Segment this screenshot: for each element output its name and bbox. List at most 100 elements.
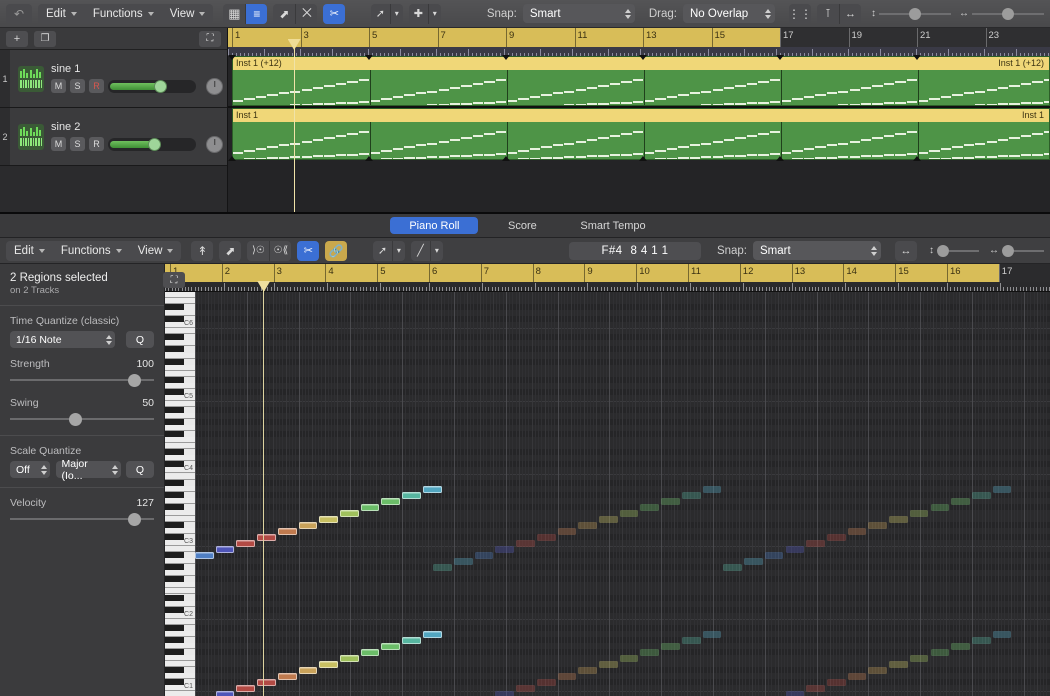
menu-view[interactable]: View [162, 4, 214, 24]
volume-thumb[interactable] [154, 80, 167, 93]
midi-note[interactable] [889, 661, 908, 668]
tab-piano-roll[interactable]: Piano Roll [390, 217, 478, 234]
midi-note[interactable] [257, 679, 276, 686]
midi-note[interactable] [786, 546, 805, 553]
pointer-icon[interactable]: ➚ [373, 241, 392, 261]
midi-note[interactable] [806, 540, 825, 547]
midi-note[interactable] [216, 691, 235, 696]
automation-icon[interactable]: ⬈ [273, 4, 295, 24]
midi-note[interactable] [620, 655, 639, 662]
duplicate-track-icon[interactable]: ❐ [34, 31, 56, 47]
midi-note[interactable] [537, 534, 556, 541]
strength-slider[interactable] [10, 373, 154, 387]
midi-note[interactable] [361, 649, 380, 656]
piano-key-white[interactable] [165, 691, 195, 696]
pan-knob[interactable] [206, 78, 223, 95]
midi-note[interactable] [868, 667, 887, 674]
velocity-value[interactable]: 127 [136, 497, 154, 509]
midi-note[interactable] [236, 685, 255, 692]
tab-score[interactable]: Score [478, 217, 566, 234]
track-name[interactable]: sine 2 [51, 121, 227, 133]
scale-root-popup[interactable]: Off [10, 461, 50, 478]
chevron-down-icon[interactable]: ▾ [392, 241, 405, 261]
slider-thumb[interactable] [128, 513, 141, 526]
quantize-apply-button[interactable]: Q [126, 331, 154, 348]
midi-note[interactable] [972, 637, 991, 644]
midi-note[interactable] [578, 522, 597, 529]
inspector-toggle-icon[interactable]: ⛶ [163, 272, 185, 288]
midi-note[interactable] [381, 498, 400, 505]
slider-thumb[interactable] [1002, 245, 1014, 257]
arrange-area[interactable]: 1357911131517192123 Inst 1 (+12)Inst 1 (… [228, 28, 1050, 212]
pan-knob[interactable] [206, 136, 223, 153]
midi-note[interactable] [661, 498, 680, 505]
midi-note[interactable] [299, 667, 318, 674]
midi-note[interactable] [495, 546, 514, 553]
midi-note[interactable] [682, 637, 701, 644]
midi-note[interactable] [340, 655, 359, 662]
midi-note[interactable] [381, 643, 400, 650]
piano-roll-ruler[interactable]: 1234567891011121314151617 [165, 264, 1050, 282]
midi-note[interactable] [516, 540, 535, 547]
midi-note[interactable] [848, 528, 867, 535]
swing-value[interactable]: 50 [142, 397, 154, 409]
mute-button[interactable]: M [51, 79, 66, 93]
position-display[interactable]: F#4 8 4 1 1 [569, 242, 701, 260]
slider-thumb[interactable] [909, 8, 921, 20]
piano-keyboard[interactable]: C6C5C4C3C2C1 [165, 292, 195, 696]
arrange-track-lane[interactable]: Inst 1 (+12)Inst 1 (+12) [228, 56, 1050, 108]
midi-note[interactable] [682, 492, 701, 499]
slider-thumb[interactable] [937, 245, 949, 257]
pr-horizontal-zoom-slider[interactable]: ↔ [989, 245, 1044, 257]
pr-menu-functions[interactable]: Functions [53, 241, 130, 261]
arrange-track-lane[interactable]: Inst 1Inst 1 [228, 108, 1050, 160]
midi-note[interactable] [433, 564, 452, 571]
midi-note[interactable] [620, 510, 639, 517]
midi-note[interactable] [278, 528, 297, 535]
horizontal-fit-icon[interactable]: ↔ [839, 4, 861, 24]
flex-icon[interactable]: ⨉ [295, 4, 317, 24]
midi-note[interactable] [195, 552, 214, 559]
horizontal-zoom-slider[interactable]: ↔ [959, 8, 1044, 20]
tab-smart-tempo[interactable]: Smart Tempo [566, 217, 659, 234]
chevron-down-icon[interactable]: ▾ [428, 4, 441, 24]
midi-region[interactable]: Inst 1 (+12)Inst 1 (+12) [232, 56, 1050, 106]
midi-note[interactable] [640, 649, 659, 656]
pointer-icon[interactable]: ➚ [371, 4, 390, 24]
vertical-fit-icon[interactable]: ⊺ [817, 4, 839, 24]
chevron-down-icon[interactable]: ▾ [390, 4, 403, 24]
midi-note[interactable] [931, 649, 950, 656]
pencil-icon[interactable]: ╱ [411, 241, 430, 261]
vertical-zoom-slider[interactable]: ↕ [871, 8, 951, 20]
scissors-icon[interactable]: ✂ [297, 241, 319, 261]
link-icon[interactable]: 🔗 [325, 241, 347, 261]
midi-note[interactable] [257, 534, 276, 541]
midi-note[interactable] [537, 679, 556, 686]
pr-snap-popup[interactable]: Smart [753, 241, 881, 260]
midi-note[interactable] [558, 673, 577, 680]
midi-note[interactable] [299, 522, 318, 529]
volume-thumb[interactable] [148, 138, 161, 151]
midi-note[interactable] [361, 504, 380, 511]
midi-note[interactable] [475, 552, 494, 559]
midi-note[interactable] [661, 643, 680, 650]
cycle-region[interactable] [228, 28, 780, 47]
midi-note[interactable] [640, 504, 659, 511]
cycle-region[interactable] [165, 264, 999, 282]
record-enable-button[interactable]: R [89, 79, 104, 93]
slider-thumb[interactable] [69, 413, 82, 426]
add-track-button[interactable]: + [6, 31, 28, 47]
midi-note[interactable] [402, 637, 421, 644]
solo-button[interactable]: S [70, 79, 85, 93]
midi-note[interactable] [703, 486, 722, 493]
midi-note[interactable] [340, 510, 359, 517]
midi-note[interactable] [931, 504, 950, 511]
solo-button[interactable]: S [70, 137, 85, 151]
midi-region[interactable]: Inst 1Inst 1 [232, 108, 1050, 160]
marquee-icon[interactable]: ✚ [409, 4, 428, 24]
snap-popup[interactable]: Smart [523, 4, 635, 23]
midi-note[interactable] [423, 486, 442, 493]
midi-note[interactable] [993, 486, 1012, 493]
midi-note[interactable] [889, 516, 908, 523]
midi-note[interactable] [827, 679, 846, 686]
